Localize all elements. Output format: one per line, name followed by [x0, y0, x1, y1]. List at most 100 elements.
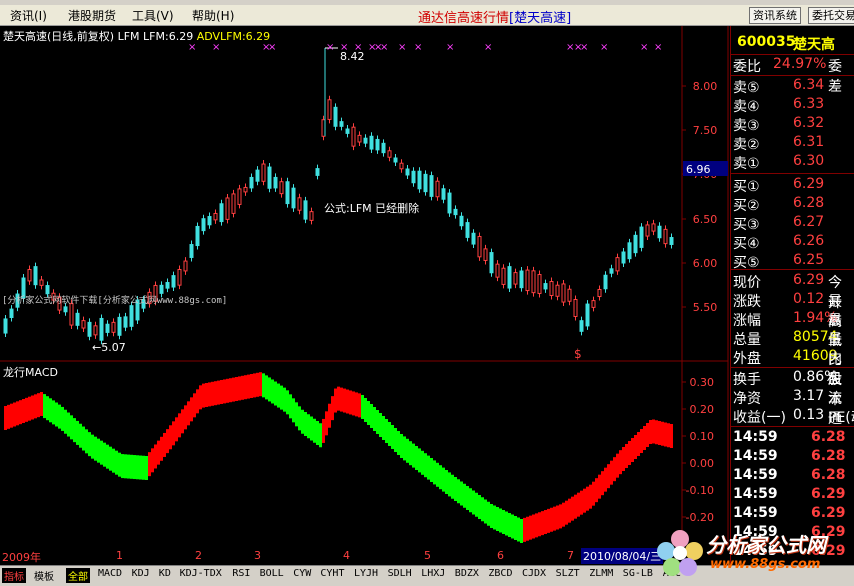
tick-time: 14:59	[733, 505, 778, 521]
candle-body	[129, 305, 134, 327]
tab-zbcd[interactable]: ZBCD	[488, 568, 512, 579]
tab-kd[interactable]: KD	[159, 568, 171, 579]
tab-sdlh[interactable]: SDLH	[388, 568, 412, 579]
macd-bar	[409, 441, 412, 466]
tab-sg-lb[interactable]: SG-LB	[623, 568, 653, 579]
macd-bar	[196, 389, 199, 414]
candle-body	[63, 306, 68, 313]
candle-body	[351, 126, 356, 147]
fin-stat-row-label: 收益(一)	[733, 410, 786, 426]
kline-chart[interactable]: 8.007.507.006.506.005.50 ×××××××××××××××…	[0, 26, 730, 548]
macd-bar	[388, 422, 391, 446]
candle-body	[333, 106, 338, 127]
fin-stat-row: 换手 0.86% 股本	[731, 369, 854, 408]
macd-bar	[286, 390, 289, 415]
macd-bar	[61, 406, 64, 431]
tab-cjdx[interactable]: CJDX	[522, 568, 546, 579]
menu-help[interactable]: 帮助(H)	[192, 7, 234, 24]
macd-bar	[337, 386, 340, 411]
candle-body	[645, 224, 650, 237]
macd-bar	[25, 397, 28, 422]
macd-bar	[157, 440, 160, 465]
tab-rsi[interactable]: RSI	[232, 568, 250, 579]
sell-order-row: 卖① 6.30	[731, 153, 854, 172]
candle-body	[315, 168, 320, 176]
candle-body	[39, 279, 44, 286]
time-label: 3	[254, 549, 261, 562]
menu-hk-futures[interactable]: 港股期货	[68, 7, 116, 24]
macd-bar	[271, 379, 274, 404]
macd-bar	[328, 403, 331, 428]
candle-body	[327, 99, 332, 120]
tab-lyjh[interactable]: LYJH	[354, 568, 378, 579]
tick-time: 14:59	[733, 429, 778, 445]
macd-bar	[511, 514, 514, 539]
macd-bar	[34, 394, 37, 419]
candle-body	[243, 186, 248, 193]
tab-cyht[interactable]: CYHT	[320, 568, 344, 579]
macd-bar	[421, 450, 424, 475]
candle-body	[255, 169, 260, 182]
trade-button[interactable]: 委托交易	[808, 7, 854, 24]
candle-body	[375, 138, 380, 151]
macd-bar	[67, 412, 70, 437]
macd-bar	[652, 419, 655, 444]
macd-tick-label: 0.00	[690, 457, 715, 470]
macd-bar	[577, 492, 580, 517]
tab-kdj-tdx[interactable]: KDJ-TDX	[180, 568, 222, 579]
tab-cyw[interactable]: CYW	[293, 568, 311, 579]
tab-lhxj[interactable]: LHXJ	[421, 568, 445, 579]
macd-bar	[589, 484, 592, 509]
quote-stat-row: 现价 6.29 今开	[731, 272, 854, 311]
macd-bar	[79, 423, 82, 448]
tab-全部[interactable]: 全部	[66, 568, 90, 583]
tab-zlmm[interactable]: ZLMM	[589, 568, 613, 579]
candle-body	[189, 244, 194, 258]
tab-模板[interactable]: 模板	[34, 568, 54, 583]
candle-body	[225, 197, 230, 220]
tab-bdzx[interactable]: BDZX	[455, 568, 479, 579]
macd-bar	[667, 423, 670, 448]
macd-bar	[109, 446, 112, 471]
tab-指标[interactable]: 指标	[2, 568, 26, 583]
tick-row: 14:59 6.29	[731, 486, 854, 505]
macd-bar	[88, 432, 91, 457]
macd-bar	[283, 387, 286, 412]
candle-body	[111, 321, 116, 333]
price-tick-label: 5.50	[693, 301, 718, 314]
macd-bar	[166, 429, 169, 454]
news-system-button[interactable]: 资讯系统	[749, 7, 801, 24]
macd-bar	[670, 424, 673, 448]
macd-bar	[214, 381, 217, 406]
macd-bar	[154, 444, 157, 469]
buy-order-row-label: 买②	[733, 198, 760, 214]
menu-tools[interactable]: 工具(V)	[132, 7, 174, 24]
macd-bar	[31, 395, 34, 420]
quote-stat-row-label: 涨跌	[733, 294, 761, 310]
separator	[731, 173, 854, 174]
macd-bar	[562, 502, 565, 527]
buy-order-row-value: 6.29	[793, 176, 825, 192]
tab-boll[interactable]: BOLL	[260, 568, 284, 579]
macd-bar	[610, 460, 613, 485]
macd-tick-label: -0.10	[686, 484, 714, 497]
sell-order-row-value: 6.30	[793, 153, 825, 169]
candle-body	[381, 142, 386, 154]
time-label: 1	[116, 549, 123, 562]
macd-bar	[169, 425, 172, 450]
macd-bar	[457, 479, 460, 504]
candle-body	[591, 300, 596, 308]
tick-row: 14:59 6.28	[731, 429, 854, 448]
macd-bar	[460, 481, 463, 506]
tab-macd[interactable]: MACD	[98, 568, 122, 579]
tab-kdj[interactable]: KDJ	[132, 568, 150, 579]
macd-bar	[517, 517, 520, 542]
candle-body	[495, 263, 500, 278]
signal-mark: ×	[580, 42, 588, 53]
macd-bar	[289, 394, 292, 419]
tab-slzt[interactable]: SLZT	[556, 568, 580, 579]
buy-order-row-value: 6.25	[793, 252, 825, 268]
menu-info[interactable]: 资讯(I)	[10, 7, 47, 24]
signal-mark: ×	[484, 42, 492, 53]
candle-body	[387, 150, 392, 158]
